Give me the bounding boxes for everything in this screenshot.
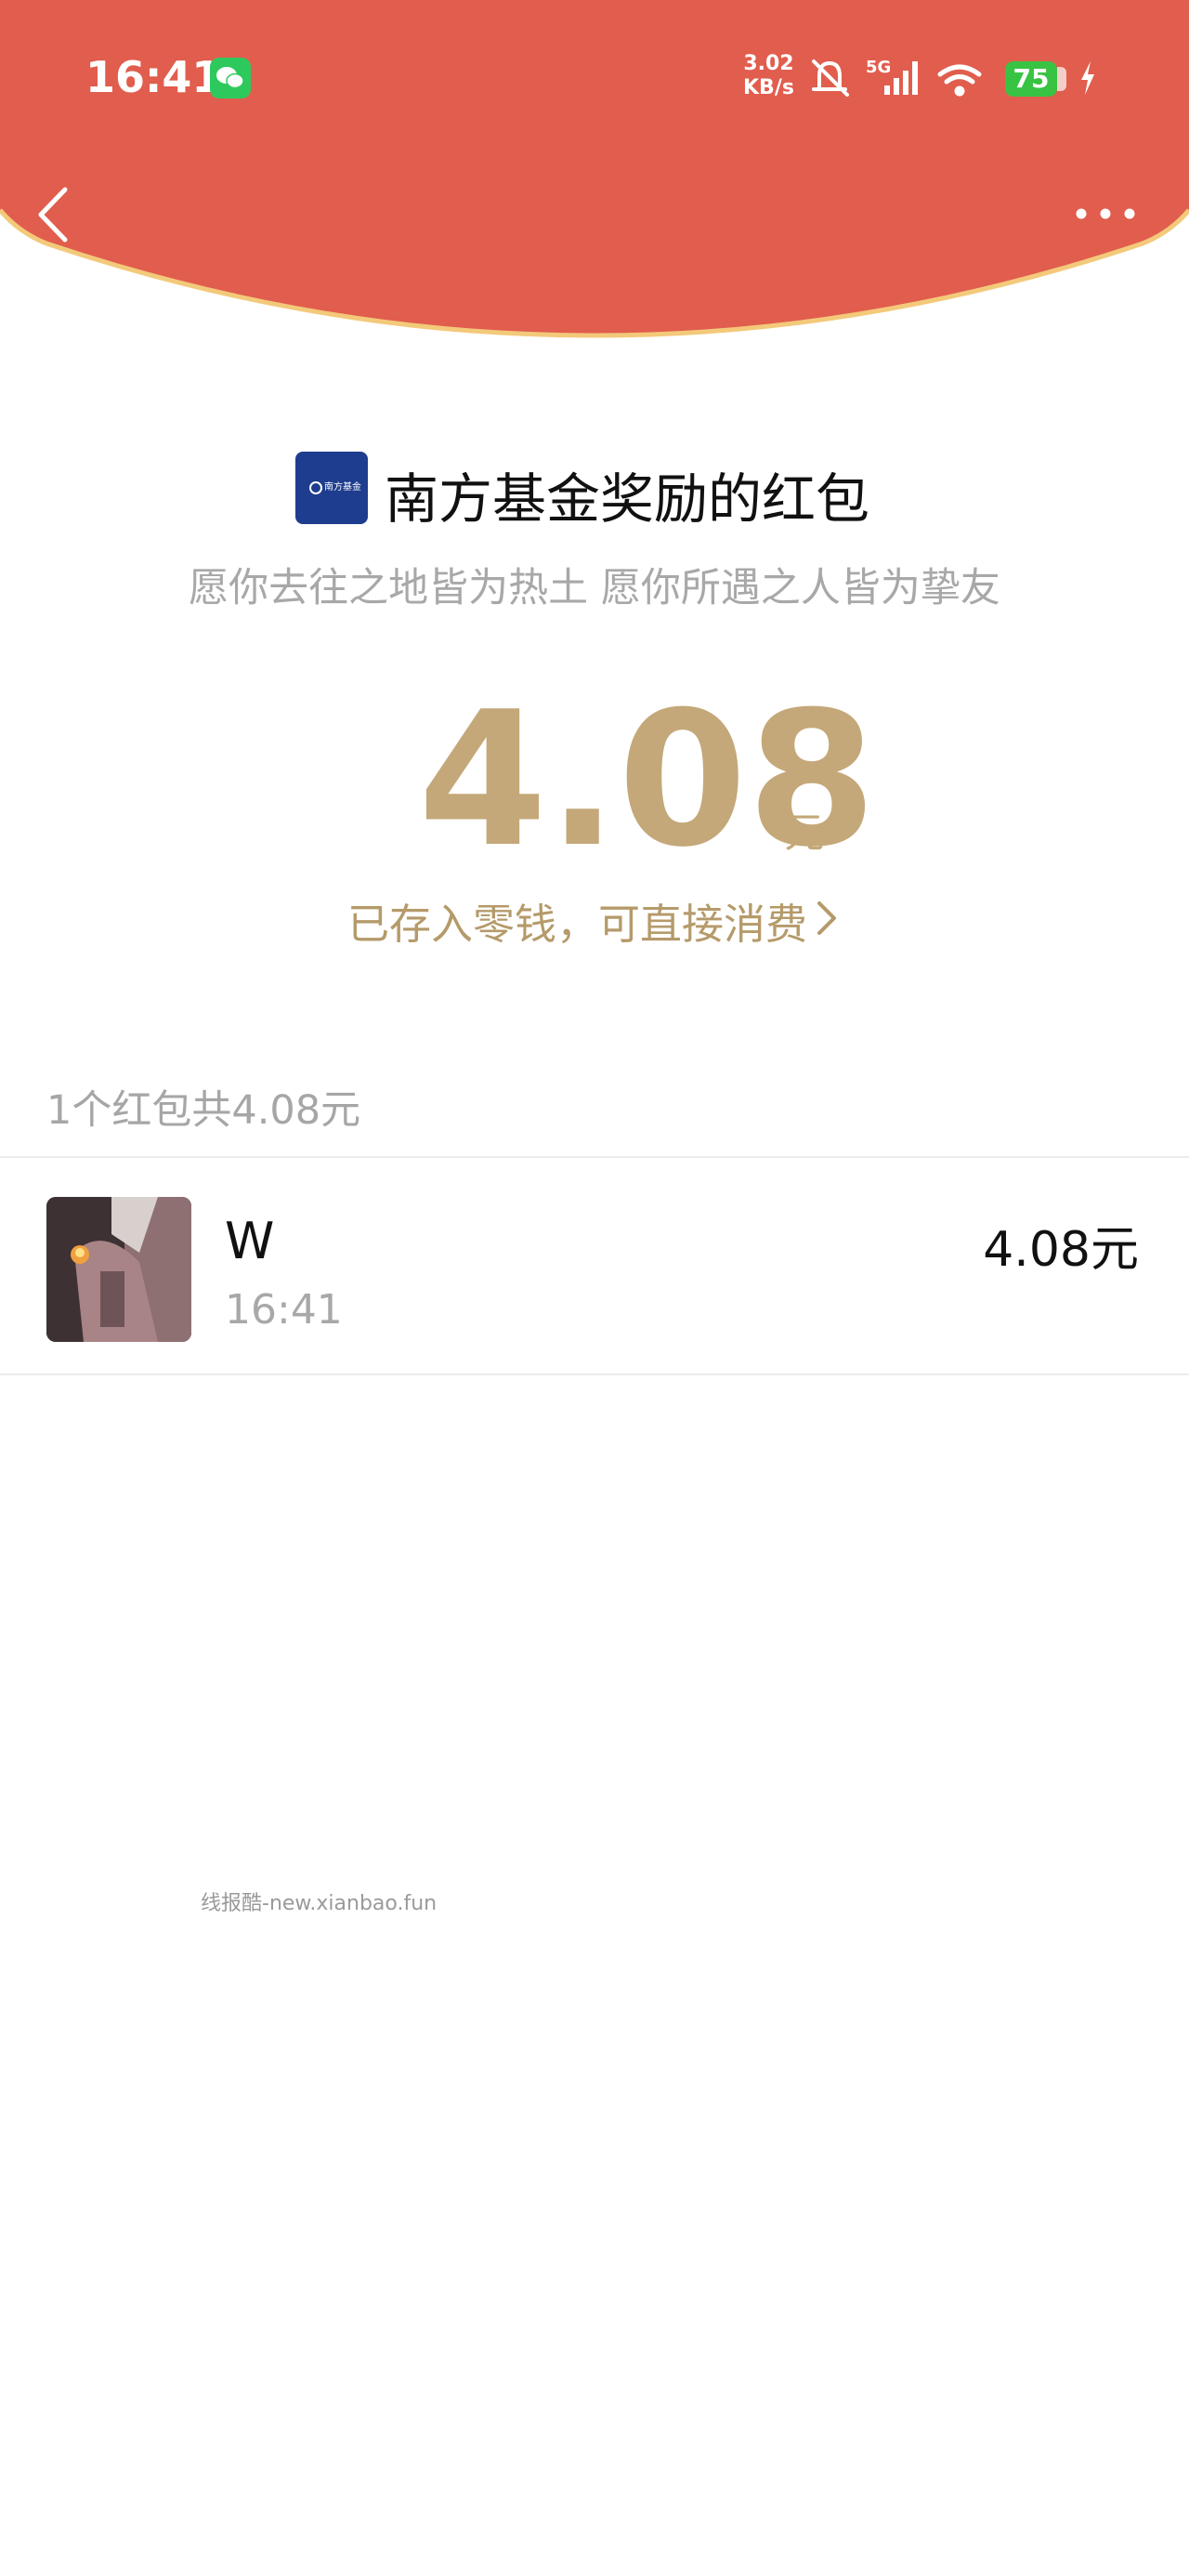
back-button[interactable] — [33, 182, 80, 247]
more-dots-icon — [1076, 208, 1135, 219]
logo-text: 南方基金 — [324, 482, 361, 493]
sender-logo: 南方基金 — [295, 452, 368, 524]
status-time: 16:41 — [85, 52, 222, 102]
receive-time: 16:41 — [225, 1286, 343, 1334]
avatar[interactable] — [46, 1197, 191, 1342]
net-speed: 3.02 KB/s — [743, 52, 794, 100]
more-button[interactable] — [1068, 195, 1143, 232]
envelope-summary: 1个红包共4.08元 — [46, 1087, 361, 1134]
charging-icon — [1081, 61, 1094, 95]
status-icons: 5G — [812, 58, 982, 97]
battery-cap — [1057, 67, 1066, 91]
wechat-icon — [210, 58, 251, 99]
network-type-label: 5G — [866, 58, 891, 77]
chevron-right-icon[interactable] — [812, 898, 840, 939]
avatar-image — [46, 1197, 191, 1342]
record-amount: 4.08元 — [983, 1222, 1139, 1278]
net-speed-value: 3.02 — [743, 52, 794, 75]
wifi-icon — [937, 64, 982, 97]
change-balance-label: 已存入零钱，可直接消费 — [347, 900, 808, 949]
watermark-text: 线报酷-new.xianbao.fun — [201, 1892, 438, 1915]
change-balance-link[interactable]: 已存入零钱，可直接消费 — [347, 890, 807, 951]
envelope-title: 南方基金奖励的红包 — [385, 467, 870, 531]
chevron-left-icon — [38, 187, 68, 243]
list-item[interactable]: W 16:41 4.08元 — [0, 1158, 1189, 1373]
envelope-wish: 愿你去往之地皆为热土 愿你所遇之人皆为挚友 — [189, 565, 1000, 611]
mute-bell-icon — [812, 59, 849, 97]
battery-indicator: 75 — [1005, 61, 1057, 97]
divider — [0, 1373, 1189, 1375]
amount-unit: 元 — [784, 809, 825, 857]
net-speed-unit: KB/s — [743, 76, 794, 99]
sender-name: W — [225, 1212, 275, 1270]
